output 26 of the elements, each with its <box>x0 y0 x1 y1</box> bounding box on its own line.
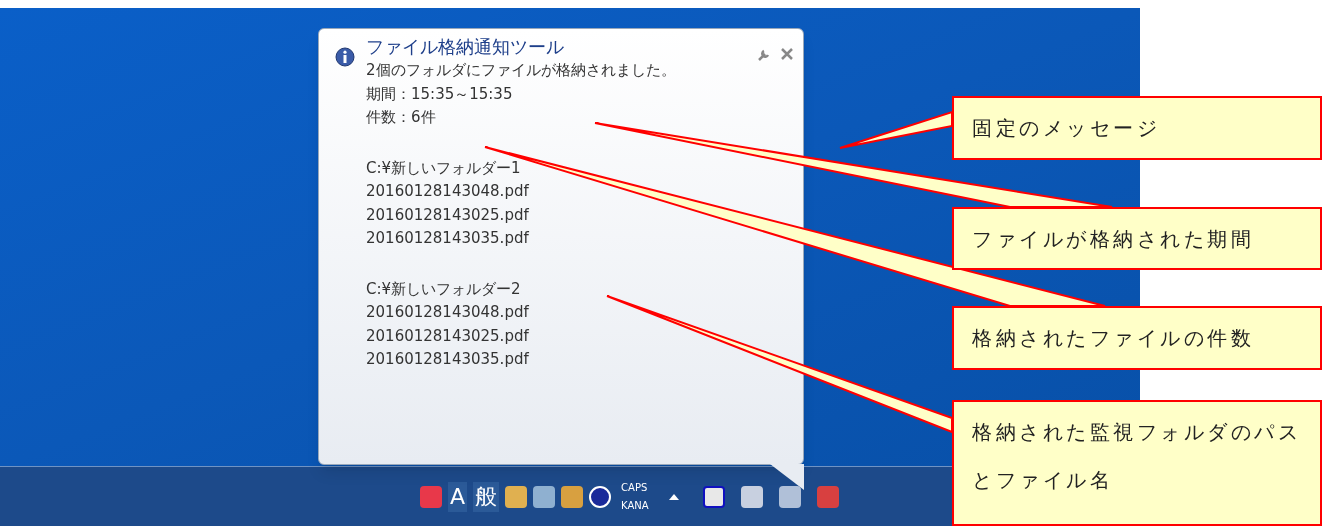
callout-text: 格納された監視フォルダのパスとファイル名 <box>972 419 1302 494</box>
callout-text: 格納されたファイルの件数 <box>972 325 1255 352</box>
balloon-title: ファイル格納通知ツール <box>366 35 564 59</box>
help-icon[interactable] <box>589 485 612 508</box>
period-text: 期間：15:35～15:35 <box>366 83 514 105</box>
message-text: 2個のフォルダにファイルが格納されました。 <box>366 60 677 81</box>
wrench-icon[interactable] <box>757 48 771 62</box>
file-name: 20160128143025.pdf <box>366 325 530 347</box>
file-name: 20160128143035.pdf <box>366 349 530 370</box>
balloon-tail <box>770 464 806 492</box>
keyboard-indicator: KANA <box>621 498 649 513</box>
file-name: 20160128143048.pdf <box>366 181 530 202</box>
file-name: 20160128143025.pdf <box>366 204 530 226</box>
folder-path: C:¥新しいフォルダー1 <box>366 157 522 179</box>
tray-expand-icon[interactable] <box>668 493 679 500</box>
callout-text: 固定のメッセージ <box>972 115 1161 142</box>
file-name: 20160128143048.pdf <box>366 302 530 323</box>
ime-mode-indicator[interactable]: 般 <box>473 481 500 512</box>
ime-mode-indicator[interactable]: A <box>448 481 468 512</box>
file-name: 20160128143035.pdf <box>366 228 530 249</box>
folder-path: C:¥新しいフォルダー2 <box>366 278 522 300</box>
info-icon <box>335 47 355 67</box>
count-text: 件数：6件 <box>366 107 437 128</box>
close-icon[interactable] <box>781 48 793 60</box>
keyboard-indicator: CAPS <box>621 480 649 495</box>
callout-text: ファイルが格納された期間 <box>972 226 1255 253</box>
